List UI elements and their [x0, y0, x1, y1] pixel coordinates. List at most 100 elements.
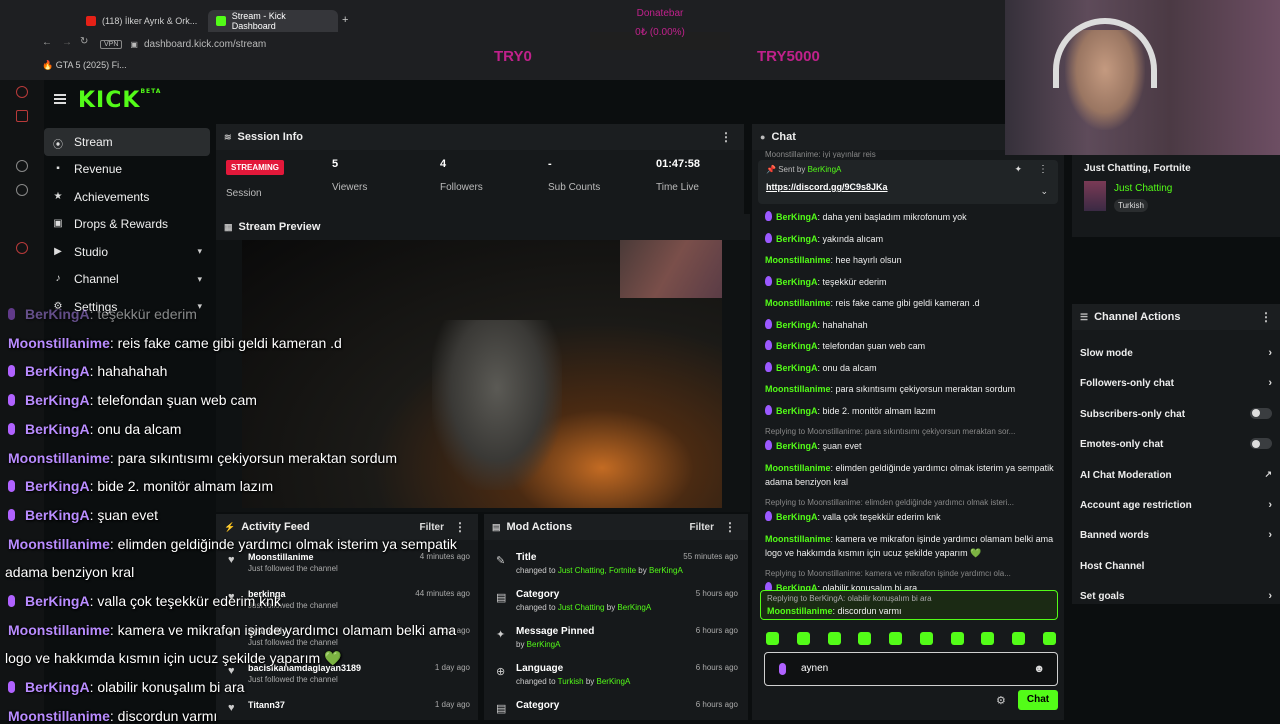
mod-username[interactable]: BerKingA: [617, 603, 651, 612]
emote-icon[interactable]: [1042, 632, 1056, 645]
chat-send-button[interactable]: Chat: [1018, 690, 1058, 710]
sidebar-item-drops[interactable]: ▣ Drops & Rewards: [44, 211, 210, 239]
emoji-icon[interactable]: ☻: [1033, 663, 1045, 675]
chevron-right-icon[interactable]: ›: [1268, 529, 1272, 541]
chat-message[interactable]: Moonstillanime: elimden geldiğinde yardı…: [765, 461, 1057, 489]
chat-settings-icon[interactable]: ⚙: [996, 694, 1006, 707]
chat-message[interactable]: Replying to Moonstillanime: para sıkıntı…: [765, 425, 1057, 453]
feed-item[interactable]: ♥ Titann37 1 day ago: [228, 700, 470, 714]
chat-message[interactable]: Moonstillanime: para sıkıntısımı çekiyor…: [765, 382, 1057, 396]
channel-action-followers-only-chat[interactable]: Followers-only chat ›: [1080, 377, 1272, 389]
emote-icon[interactable]: [981, 632, 995, 645]
emote-icon[interactable]: [858, 632, 872, 645]
emote-icon[interactable]: [889, 632, 903, 645]
channel-action-emotes-only-chat[interactable]: Emotes-only chat: [1080, 438, 1272, 450]
mod-action-item[interactable]: ▤ Category changed to Just Chatting by Ber…: [496, 589, 738, 612]
channel-action-banned-words[interactable]: Banned words ›: [1080, 529, 1272, 541]
forward-icon[interactable]: →: [62, 37, 72, 48]
opera-icon[interactable]: [16, 110, 28, 122]
chat-message[interactable]: BerKingA: hahahahah: [765, 318, 1057, 332]
chat-message[interactable]: BerKingA: onu da alcam: [765, 361, 1057, 375]
sidebar-item-achievements[interactable]: ★ Achievements: [44, 183, 210, 211]
channel-action-set-goals[interactable]: Set goals ›: [1080, 590, 1272, 602]
twitch-icon[interactable]: [16, 160, 28, 172]
external-link-icon[interactable]: ↗: [1264, 469, 1272, 480]
emote-icon[interactable]: [1012, 632, 1026, 645]
chat-username[interactable]: BerKingA: [776, 341, 818, 351]
chat-message[interactable]: Moonstillanime: reis fake came gibi geld…: [765, 296, 1057, 310]
chat-message[interactable]: BerKingA: telefondan şuan web cam: [765, 339, 1057, 353]
more-icon[interactable]: ⋮: [1038, 164, 1048, 175]
menu-icon[interactable]: [54, 94, 66, 104]
mod-action-item[interactable]: ⊕ Language changed to Turkish by BerKingA 6…: [496, 663, 738, 686]
chat-message[interactable]: BerKingA: teşekkür ederim: [765, 275, 1057, 289]
mod-username[interactable]: BerKingA: [597, 677, 631, 686]
stream-category[interactable]: Just Chatting: [1114, 183, 1172, 194]
new-tab-button[interactable]: +: [342, 14, 348, 26]
filter-button[interactable]: Filter: [420, 522, 444, 533]
chevron-down-icon[interactable]: ▾: [197, 301, 202, 312]
record-icon[interactable]: [16, 86, 28, 98]
chat-message[interactable]: Moonstillanime: kamera ve mikrafon işind…: [765, 532, 1057, 560]
feed-item[interactable]: ♥ berkinga Just followed the channel 44 min…: [228, 589, 470, 610]
more-icon[interactable]: ⋮: [724, 520, 736, 534]
chat-username[interactable]: Moonstillanime: [765, 534, 831, 544]
chat-message[interactable]: Moonstillanime: hee hayırlı olsun: [765, 253, 1057, 267]
chat-message[interactable]: BerKingA: daha yeni başladım mikrofonum …: [765, 210, 1057, 224]
chat-username[interactable]: BerKingA: [776, 363, 818, 373]
emote-icon[interactable]: [796, 632, 810, 645]
chevron-down-icon[interactable]: ▾: [197, 246, 202, 257]
chat-username[interactable]: BerKingA: [776, 320, 818, 330]
sidebar-item-stream[interactable]: ⦿ Stream: [44, 128, 210, 156]
chevron-right-icon[interactable]: ›: [1268, 377, 1272, 389]
chat-username[interactable]: BerKingA: [776, 441, 818, 451]
chat-message[interactable]: Replying to Moonstillanime: elimden geld…: [765, 496, 1057, 524]
feed-item[interactable]: ♥ Moonstillanime Just followed the channel…: [228, 552, 470, 573]
chevron-right-icon[interactable]: ›: [1268, 590, 1272, 602]
toggle-switch[interactable]: [1250, 438, 1272, 450]
pin-icon[interactable]: ✦: [1014, 164, 1022, 175]
channel-action-subscribers-only-chat[interactable]: Subscribers-only chat: [1080, 407, 1272, 420]
feed-item[interactable]: ♥ bacisikanamdaglayan3189 Just followed th…: [228, 663, 470, 684]
vpn-badge[interactable]: VPN: [100, 39, 123, 49]
more-icon[interactable]: ⋮: [720, 130, 732, 144]
pinned-by-user[interactable]: BerKingA: [808, 165, 842, 174]
toggle-switch[interactable]: [1250, 407, 1272, 419]
chat-username[interactable]: Moonstillanime: [767, 606, 833, 616]
chat-username[interactable]: BerKingA: [776, 406, 818, 416]
emote-icon[interactable]: [827, 632, 841, 645]
chat-username[interactable]: Moonstillanime: [765, 298, 831, 308]
mod-action-item[interactable]: ✦ Message Pinned by BerKingA 6 hours ago: [496, 626, 738, 649]
kick-logo[interactable]: KICKBETA: [78, 88, 161, 113]
mod-username[interactable]: BerKingA: [527, 640, 561, 649]
sidebar-item-settings[interactable]: ⚙ Settings ▾: [44, 293, 210, 321]
feed-item[interactable]: ♥ cyanobly Just followed the channel 1 hour…: [228, 626, 470, 647]
channel-action-host-channel[interactable]: Host Channel: [1080, 561, 1272, 572]
bookmark-gta[interactable]: 🔥 GTA 5 (2025) Fi...: [42, 60, 127, 71]
chat-username[interactable]: BerKingA: [776, 234, 818, 244]
chevron-down-icon[interactable]: ▾: [197, 274, 202, 285]
emote-icon[interactable]: [766, 632, 779, 645]
tab-youtube[interactable]: (118) İlker Ayrık & Ork...: [78, 10, 206, 32]
chat-input[interactable]: aynen ☻: [764, 652, 1058, 686]
channel-action-slow-mode[interactable]: Slow mode ›: [1080, 347, 1272, 359]
chevron-down-icon[interactable]: ⌄: [1040, 186, 1048, 197]
settings-icon[interactable]: [16, 242, 28, 254]
reload-icon[interactable]: ↻: [80, 36, 88, 47]
sidebar-item-revenue[interactable]: ▪ Revenue: [44, 156, 210, 184]
filter-button[interactable]: Filter: [690, 522, 714, 533]
stream-preview-video[interactable]: [242, 240, 722, 508]
reply-highlight-message[interactable]: Replying to BerKingA: olabilir konuşalım…: [760, 590, 1058, 620]
more-icon[interactable]: ⋮: [454, 520, 466, 534]
back-icon[interactable]: ←: [42, 37, 52, 48]
chat-username[interactable]: BerKingA: [776, 277, 818, 287]
pinned-link[interactable]: https://discord.gg/9C9s8JKa: [766, 182, 888, 192]
chat-message[interactable]: BerKingA: bide 2. monitör almam lazım: [765, 404, 1057, 418]
x-icon[interactable]: [16, 184, 28, 196]
more-icon[interactable]: ⋮: [1260, 310, 1272, 324]
chat-username[interactable]: Moonstillanime: [765, 384, 831, 394]
chevron-right-icon[interactable]: ›: [1268, 499, 1272, 511]
sidebar-item-channel[interactable]: ♪ Channel ▾: [44, 266, 210, 294]
mod-action-item[interactable]: ✎ Title changed to Just Chatting, Fortnite…: [496, 552, 738, 575]
tab-kick-dashboard[interactable]: Stream - Kick Dashboard: [208, 10, 338, 32]
